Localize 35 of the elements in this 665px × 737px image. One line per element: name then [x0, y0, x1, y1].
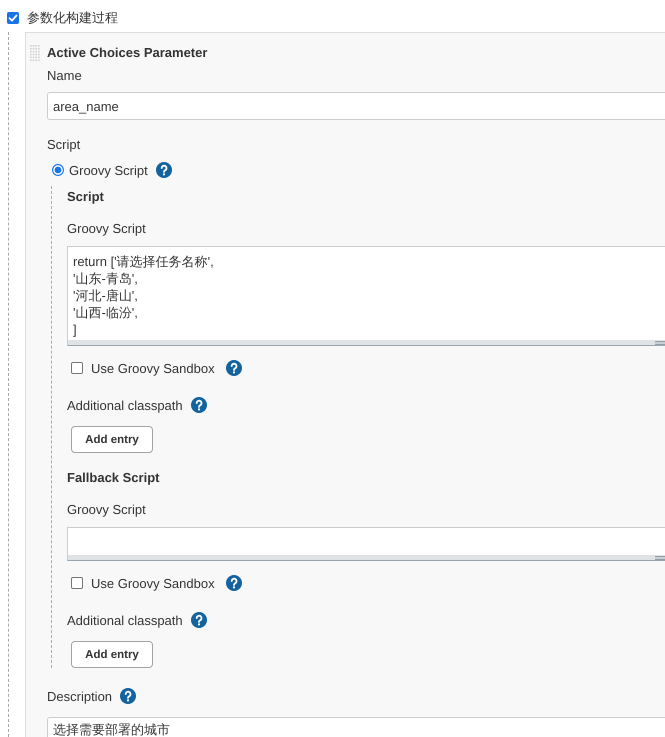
add-entry-button[interactable]: Add entry [71, 641, 153, 668]
help-icon[interactable] [226, 360, 242, 376]
grip-icon[interactable] [655, 340, 665, 344]
checkbox-label: Use Groovy Sandbox [91, 576, 215, 590]
drag-handle-icon[interactable] [30, 44, 40, 62]
field-label: Groovy Script [67, 220, 146, 238]
checkbox-label: Use Groovy Sandbox [91, 360, 215, 376]
script-field[interactable] [67, 527, 665, 555]
description-input[interactable]: 选择需要部署的城市 [47, 717, 665, 737]
checkbox[interactable] [71, 577, 83, 589]
section-heading: Fallback Script [67, 469, 160, 487]
radio-button[interactable] [52, 164, 64, 176]
section-heading: Script [67, 188, 104, 206]
resize-handle[interactable] [67, 340, 665, 346]
classpath-label: Additional classpath [67, 612, 183, 628]
description-label: Description [47, 688, 112, 704]
checkbox[interactable] [7, 12, 19, 24]
script-field[interactable]: return ['请选择任务名称', '山东-青岛', '河北-唐山', '山西-临汾', ] [67, 246, 665, 340]
radio-label: Groovy Script [69, 162, 148, 178]
name-label: Name [47, 67, 82, 85]
grip-icon[interactable] [655, 556, 665, 560]
name-input[interactable]: area_name [47, 92, 665, 120]
help-icon[interactable] [190, 612, 207, 628]
parameter-title: Active Choices Parameter [47, 44, 208, 62]
script-label: Script [47, 136, 80, 154]
field-label: Groovy Script [67, 501, 146, 519]
resize-handle[interactable] [67, 555, 665, 561]
help-icon[interactable] [226, 575, 242, 591]
help-icon[interactable] [190, 397, 207, 413]
help-icon[interactable] [120, 688, 136, 704]
add-entry-button[interactable]: Add entry [71, 426, 153, 453]
checkbox-label: 参数化构建过程 [27, 8, 118, 26]
help-icon[interactable] [156, 162, 172, 178]
checkbox[interactable] [71, 362, 83, 374]
classpath-label: Additional classpath [67, 398, 183, 412]
